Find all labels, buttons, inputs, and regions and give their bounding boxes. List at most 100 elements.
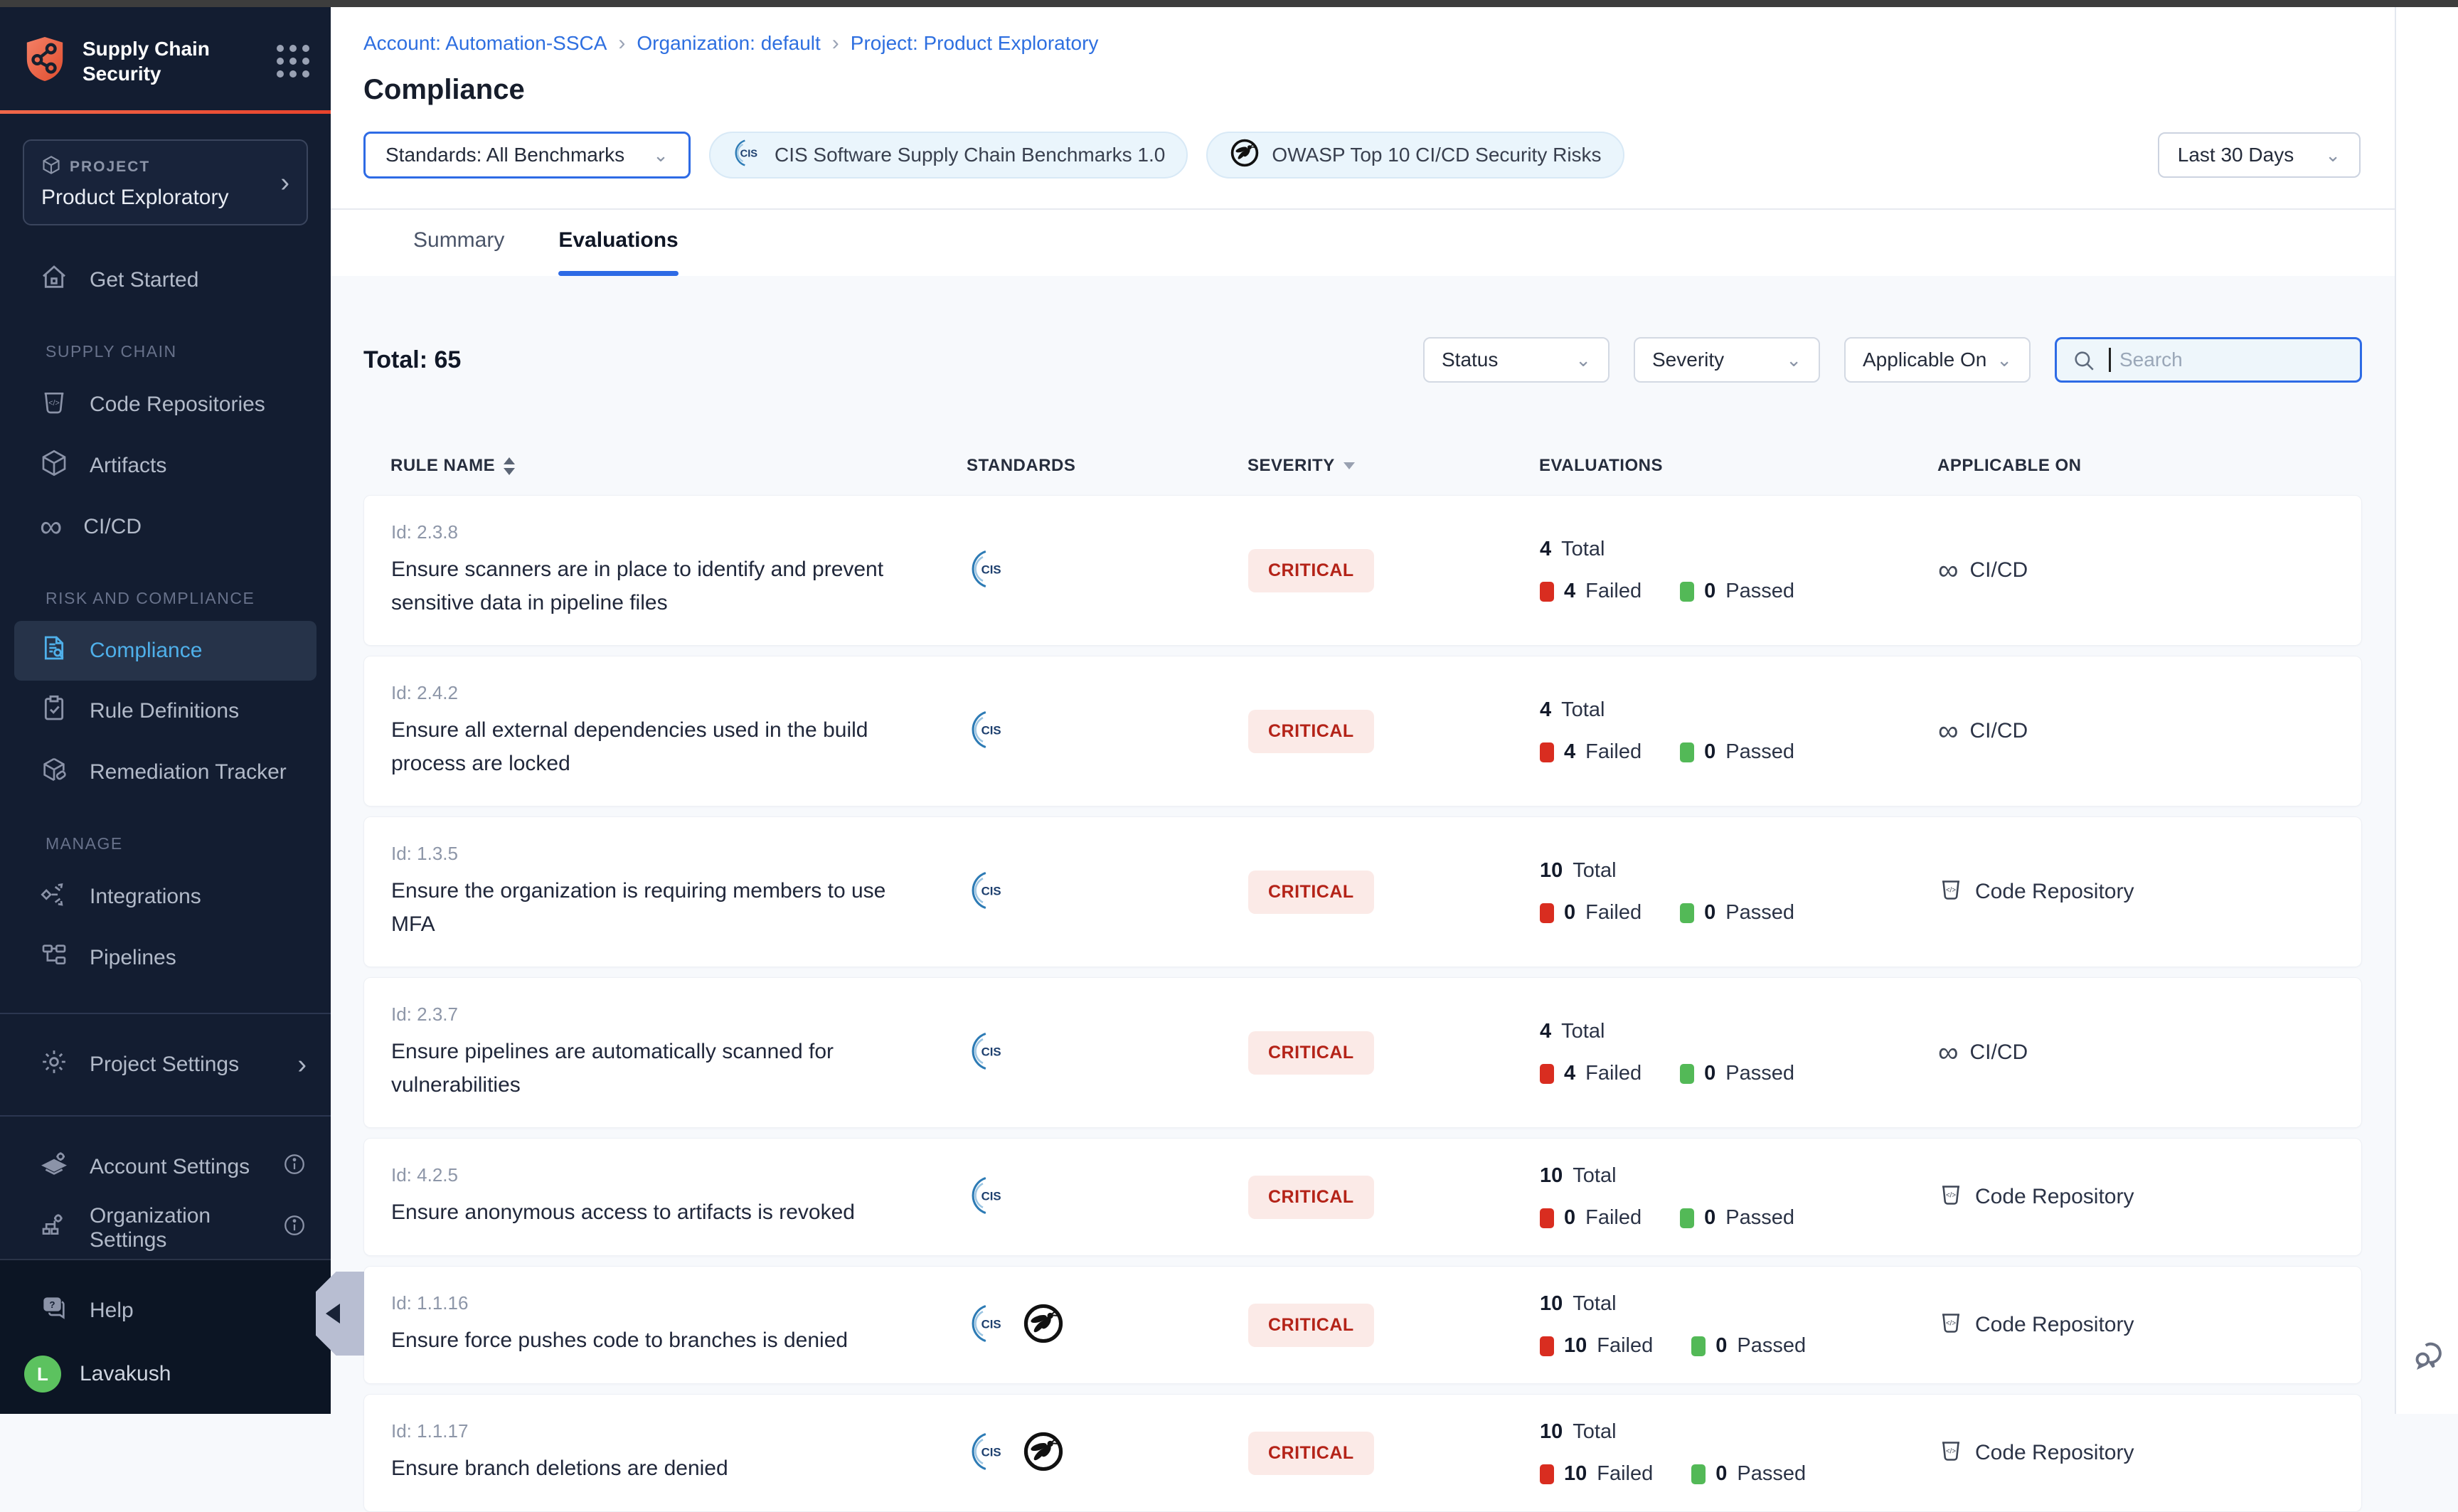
info-icon[interactable] (282, 1152, 307, 1182)
code-repository-icon: </> (1938, 1309, 1964, 1341)
passed-marker (1691, 1464, 1706, 1484)
table-row[interactable]: Id: 1.1.16 Ensure force pushes code to b… (363, 1266, 2362, 1384)
breadcrumb-account[interactable]: Account: Automation-SSCA (363, 32, 607, 55)
applicable-on-cell: </> Code Repository (1938, 1309, 2340, 1341)
text-caret (2109, 348, 2111, 372)
tab-summary[interactable]: Summary (409, 215, 509, 276)
chip-cis-benchmark[interactable]: CIS CIS Software Supply Chain Benchmarks… (709, 132, 1188, 179)
project-selector[interactable]: PROJECT Product Exploratory › (23, 139, 308, 225)
section-manage: MANAGE (0, 803, 331, 866)
sidebar-item-rule-definitions[interactable]: Rule Definitions (0, 681, 331, 742)
standards-cell: CIS (967, 1301, 1248, 1349)
rule-cell: Id: 2.3.8 Ensure scanners are in place t… (391, 521, 967, 619)
status-filter-dropdown[interactable]: Status ⌄ (1423, 337, 1610, 383)
standards-cell: CIS (967, 868, 1248, 916)
svg-text:</>: </> (1946, 1320, 1956, 1328)
severity-filter-dropdown[interactable]: Severity ⌄ (1634, 337, 1820, 383)
severity-badge: CRITICAL (1248, 1432, 1374, 1475)
date-range-dropdown[interactable]: Last 30 Days ⌄ (2158, 132, 2361, 178)
rule-cell: Id: 1.1.17 Ensure branch deletions are d… (391, 1420, 967, 1486)
sidebar-item-project-settings[interactable]: Project Settings › (0, 1034, 331, 1095)
owasp-logo-icon (1021, 1301, 1065, 1349)
table-row[interactable]: Id: 2.3.7 Ensure pipelines are automatic… (363, 977, 2362, 1128)
breadcrumb-project[interactable]: Project: Product Exploratory (851, 32, 1099, 55)
support-chat-icon[interactable] (2410, 1338, 2447, 1378)
chevron-right-icon: › (832, 31, 839, 55)
sidebar-item-cicd[interactable]: ∞ CI/CD (0, 496, 331, 558)
standards-dropdown[interactable]: Standards: All Benchmarks ⌄ (363, 132, 691, 179)
sidebar-item-get-started[interactable]: Get Started (0, 250, 331, 311)
chevron-down-icon: ⌄ (1575, 349, 1591, 371)
box-patch-icon (40, 755, 68, 789)
search-input[interactable] (2055, 337, 2362, 383)
gear-icon (40, 1048, 68, 1082)
rule-cell: Id: 4.2.5 Ensure anonymous access to art… (391, 1164, 967, 1230)
column-standards: STANDARDS (967, 456, 1247, 476)
project-name: Product Exploratory (41, 186, 228, 210)
table-row[interactable]: Id: 2.3.8 Ensure scanners are in place t… (363, 495, 2362, 646)
failed-marker (1540, 582, 1554, 602)
passed-marker (1680, 742, 1694, 762)
table-row[interactable]: Id: 2.4.2 Ensure all external dependenci… (363, 656, 2362, 806)
column-severity[interactable]: SEVERITY (1247, 456, 1539, 476)
sidebar-item-remediation-tracker[interactable]: Remediation Tracker (0, 742, 331, 803)
table-row[interactable]: Id: 1.3.5 Ensure the organization is req… (363, 816, 2362, 967)
severity-cell: CRITICAL (1248, 1304, 1540, 1347)
sidebar-item-help[interactable]: ? Help (0, 1286, 331, 1336)
tab-evaluations[interactable]: Evaluations (554, 215, 682, 276)
passed-marker (1680, 582, 1694, 602)
failed-marker (1540, 903, 1554, 923)
sort-desc-icon (1344, 462, 1355, 469)
evaluations-cell: 4Total 4Failed 0Passed (1540, 1020, 1938, 1085)
svg-text:CIS: CIS (981, 723, 1001, 737)
brand-divider (0, 110, 331, 114)
infinity-icon: ∞ (1938, 562, 1959, 579)
sidebar-item-pipelines[interactable]: Pipelines (0, 927, 331, 989)
org-chart-gear-icon (40, 1211, 68, 1245)
applicable-on-filter-dropdown[interactable]: Applicable On ⌄ (1844, 337, 2031, 383)
severity-badge: CRITICAL (1248, 1304, 1374, 1347)
severity-badge: CRITICAL (1248, 1176, 1374, 1219)
severity-cell: CRITICAL (1248, 710, 1540, 753)
table-row[interactable]: Id: 4.2.5 Ensure anonymous access to art… (363, 1138, 2362, 1256)
cis-logo-icon: CIS (967, 1173, 1011, 1221)
chevron-right-icon: › (280, 169, 289, 196)
filters-row: Standards: All Benchmarks ⌄ CIS CIS Soft… (363, 132, 2361, 179)
severity-cell: CRITICAL (1248, 1176, 1540, 1219)
sidebar-item-code-repositories[interactable]: </> Code Repositories (0, 374, 331, 435)
app-switcher-icon[interactable] (277, 45, 309, 78)
evaluations-panel: Total: 65 Status ⌄ Severity ⌄ Applicable… (331, 276, 2395, 1512)
sidebar-item-account-settings[interactable]: Account Settings (0, 1136, 331, 1198)
evaluations-cell: 4Total 4Failed 0Passed (1540, 538, 1938, 603)
standards-cell: CIS (967, 1430, 1248, 1477)
infinity-icon: ∞ (1938, 1044, 1959, 1061)
integrations-icon (40, 880, 68, 914)
sidebar-item-organization-settings[interactable]: Organization Settings (0, 1198, 331, 1259)
column-rule-name[interactable]: RULE NAME (390, 456, 967, 476)
evaluations-cell: 10Total 0Failed 0Passed (1540, 859, 1938, 925)
user-name: Lavakush (80, 1362, 171, 1386)
sidebar-item-artifacts[interactable]: Artifacts (0, 435, 331, 496)
chevron-right-icon: › (618, 31, 625, 55)
sidebar-item-integrations[interactable]: Integrations (0, 866, 331, 927)
breadcrumb-organization[interactable]: Organization: default (637, 32, 820, 55)
sidebar-item-compliance[interactable]: Compliance (14, 621, 316, 681)
right-gutter (2395, 7, 2458, 1414)
tab-bar: Summary Evaluations (331, 210, 2395, 276)
cube-icon (41, 155, 61, 179)
severity-cell: CRITICAL (1248, 1432, 1540, 1475)
info-icon[interactable] (282, 1213, 307, 1243)
divider (0, 1013, 331, 1014)
compliance-doc-icon (40, 634, 68, 668)
infinity-icon: ∞ (1938, 723, 1959, 740)
chip-owasp-top10[interactable]: OWASP Top 10 CI/CD Security Risks (1206, 132, 1624, 179)
infinity-icon: ∞ (40, 518, 62, 536)
code-repository-icon: </> (1938, 876, 1964, 907)
avatar: L (24, 1356, 61, 1393)
user-menu[interactable]: L Lavakush (0, 1336, 331, 1393)
layers-gear-icon (40, 1150, 68, 1184)
column-applicable-on: APPLICABLE ON (1937, 456, 2341, 476)
project-label: PROJECT (70, 159, 150, 176)
table-row[interactable]: Id: 1.1.17 Ensure branch deletions are d… (363, 1394, 2362, 1512)
code-repository-icon: </> (40, 388, 68, 422)
